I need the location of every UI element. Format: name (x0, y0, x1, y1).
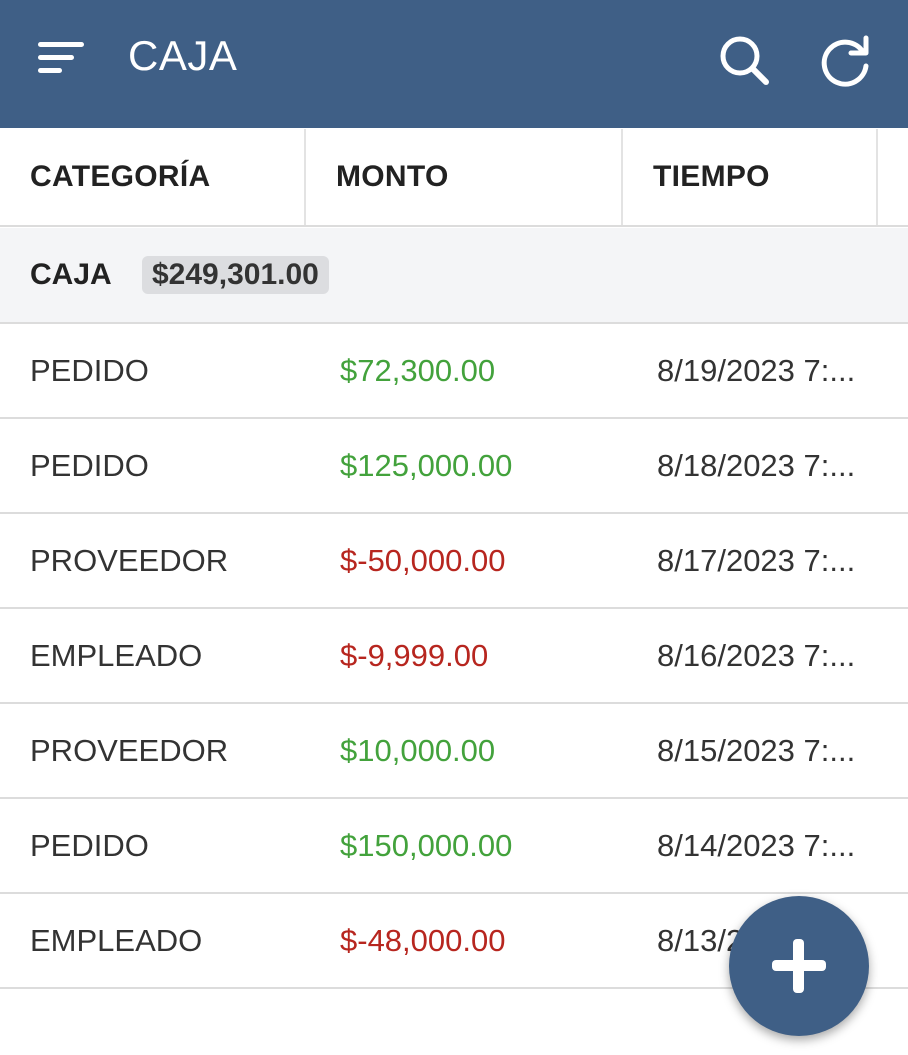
column-header-category[interactable]: CATEGORÍA (0, 129, 306, 225)
group-total-badge: $249,301.00 (142, 256, 329, 294)
row-category: PEDIDO (30, 447, 149, 483)
refresh-icon[interactable] (816, 30, 876, 90)
row-time: 8/15/2023 7:... (657, 732, 856, 768)
column-header-amount[interactable]: MONTO (306, 129, 623, 225)
row-category: PEDIDO (30, 352, 149, 388)
row-time: 8/19/2023 7:... (657, 352, 856, 388)
row-time: 8/16/2023 7:... (657, 637, 856, 673)
menu-icon[interactable] (38, 42, 86, 78)
transaction-list: PEDIDO $72,300.00 8/19/2023 7:... PEDIDO $12… (0, 324, 908, 989)
row-amount: $72,300.00 (340, 352, 496, 388)
row-amount: $-50,000.00 (340, 542, 506, 578)
search-icon[interactable] (714, 30, 774, 90)
row-amount: $-48,000.00 (340, 922, 506, 958)
table-row[interactable]: PEDIDO $150,000.00 8/14/2023 7:... (0, 799, 908, 894)
row-amount: $-9,999.00 (340, 637, 489, 673)
table-header: CATEGORÍA MONTO TIEMPO (0, 129, 908, 227)
row-time: 8/14/2023 7:... (657, 827, 856, 863)
row-category: EMPLEADO (30, 922, 203, 958)
row-amount: $10,000.00 (340, 732, 496, 768)
row-time: 8/18/2023 7:... (657, 447, 856, 483)
column-header-time[interactable]: TIEMPO (623, 129, 878, 225)
app-bar: CAJA (0, 0, 908, 128)
table-row[interactable]: PROVEEDOR $-50,000.00 8/17/2023 7:... (0, 514, 908, 609)
table-row[interactable]: PROVEEDOR $10,000.00 8/15/2023 7:... (0, 704, 908, 799)
table-row[interactable]: PEDIDO $72,300.00 8/19/2023 7:... (0, 324, 908, 419)
row-amount: $150,000.00 (340, 827, 513, 863)
table-row[interactable]: PEDIDO $125,000.00 8/18/2023 7:... (0, 419, 908, 514)
group-row[interactable]: CAJA $249,301.00 (0, 228, 908, 324)
add-button[interactable] (729, 896, 869, 1036)
row-amount: $125,000.00 (340, 447, 513, 483)
row-category: PROVEEDOR (30, 542, 229, 578)
row-category: PEDIDO (30, 827, 149, 863)
row-time: 8/17/2023 7:... (657, 542, 856, 578)
row-category: EMPLEADO (30, 637, 203, 673)
page-title: CAJA (128, 32, 238, 79)
row-category: PROVEEDOR (30, 732, 229, 768)
table-row[interactable]: EMPLEADO $-9,999.00 8/16/2023 7:... (0, 609, 908, 704)
group-label: CAJA (30, 258, 112, 291)
